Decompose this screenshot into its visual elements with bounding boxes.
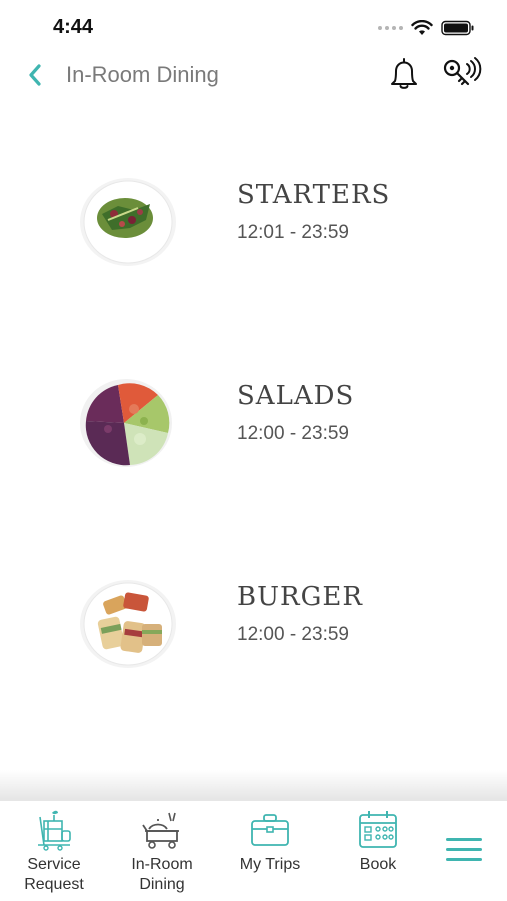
status-icons	[378, 20, 475, 36]
tab-book[interactable]: Book	[328, 809, 428, 875]
hamburger-menu-button[interactable]	[446, 838, 482, 864]
menu-item-hours: 12:00 - 23:59	[237, 423, 349, 444]
back-button[interactable]	[20, 60, 50, 90]
cellular-signal-icon	[378, 26, 403, 30]
page-title: In-Room Dining	[66, 62, 219, 87]
tab-my-trips[interactable]: My Trips	[220, 809, 320, 875]
navigation-header: In-Room Dining	[0, 56, 507, 96]
notifications-button[interactable]	[386, 56, 422, 92]
starter-salad-plate	[80, 178, 176, 266]
burger-sandwich-plate	[80, 580, 176, 668]
status-time: 4:44	[53, 16, 94, 38]
menu-item-hours: 12:01 - 23:59	[237, 222, 349, 243]
tab-bar: Service Request In-Room Dining My Trips	[0, 800, 507, 901]
menu-item-name: STARTERS	[237, 180, 391, 210]
menu-item-name: BURGER	[237, 582, 363, 612]
wifi-icon	[411, 20, 433, 35]
tab-label: My Trips	[239, 856, 301, 873]
tab-bar-shadow	[0, 770, 507, 800]
digital-key-icon	[443, 57, 482, 86]
tab-label: Book	[359, 856, 397, 873]
menu-item-starters[interactable]: STARTERS 12:01 - 23:59	[0, 176, 507, 276]
battery-icon	[441, 20, 474, 36]
bell-icon	[391, 58, 417, 89]
tab-label: In-Room Dining	[131, 856, 193, 893]
menu-item-burger[interactable]: BURGER 12:00 - 23:59	[0, 578, 507, 678]
cleaning-cart-icon	[38, 810, 71, 851]
menu-item-name: SALADS	[237, 381, 355, 411]
room-service-trolley-icon	[142, 812, 179, 849]
digital-key-button[interactable]	[440, 56, 482, 92]
chevron-left-icon	[29, 64, 41, 86]
calendar-icon	[359, 811, 397, 848]
salad-bowl	[80, 379, 172, 467]
menu-item-hours: 12:00 - 23:59	[237, 624, 349, 645]
tab-service-request[interactable]: Service Request	[4, 809, 104, 895]
menu-item-salads[interactable]: SALADS 12:00 - 23:59	[0, 377, 507, 477]
tab-in-room-dining[interactable]: In-Room Dining	[112, 809, 212, 895]
tab-label: Service Request	[24, 856, 84, 893]
briefcase-icon	[251, 814, 289, 846]
status-bar: 4:44	[0, 0, 507, 56]
